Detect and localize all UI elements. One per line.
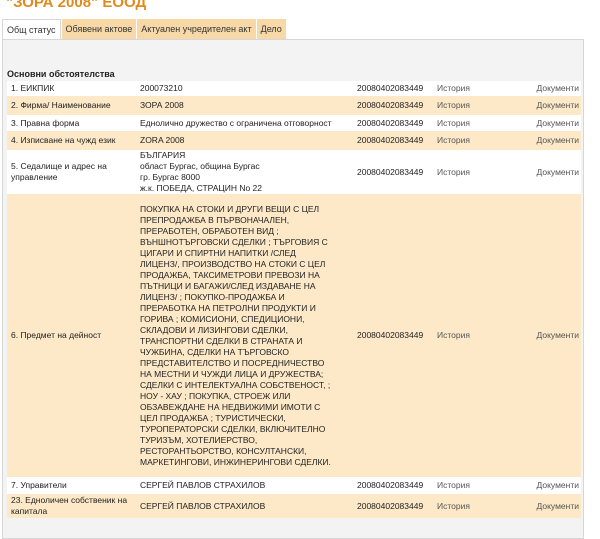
documents-link[interactable]: Документи [537,118,579,128]
general-status-panel: Основни обстоятелства 1. ЕИКПИК 200073210… [2,39,584,539]
section-title: Основни обстоятелства [7,69,115,79]
history-link[interactable]: История [437,167,470,177]
circumstance-label: 3. Правна форма [7,115,138,131]
value-line: ПЪТНИЦИ И БАГАЖИ/СЛЕД ИЗДАВАНЕ НА [140,280,316,291]
value-line: СЕРГЕЙ ПАВЛОВ СТРАХИЛОВ [140,500,266,511]
tab-current-founding-act[interactable]: Актуален учредителен акт [137,19,256,40]
value-line: ЦЕЛ ПРОДАЖБА ; ТУРИСТИЧЕСКИ, [140,412,286,423]
history-link[interactable]: История [437,100,470,110]
value-line: ОБЗАВЕЖДАНЕ НА НЕДВИЖИМИ ИМОТИ С [140,401,321,412]
tab-case[interactable]: Дело [256,19,286,40]
value-line: област Бургас, община Бургас [140,161,260,171]
circumstance-value: ZORA 2008 [138,131,355,150]
circumstances-table: 1. ЕИКПИК 200073210 20080402083449 История Д… [7,81,581,518]
documents-link[interactable]: Документи [537,83,579,93]
circumstance-value: Еднолично дружество с ограничена отговор… [138,115,355,131]
value-line: БЪЛГАРИЯ [140,150,186,160]
history-link[interactable]: История [437,480,470,490]
history-link[interactable]: История [437,118,470,128]
value-line: ТРАНСПОРТНИ СДЕЛКИ В СТРАНАТА И [140,335,303,346]
history-link[interactable]: История [437,83,470,93]
value-line: ZORA 2008 [140,135,185,145]
registration-number: 20080402083449 [355,194,435,477]
registration-number: 20080402083449 [355,115,435,131]
table-row: 5. Седалище и адрес на управление БЪЛГАРИ… [7,150,581,194]
page-title: "ЗОРА 2008" ЕООД [6,0,147,11]
circumstance-value: СЕРГЕЙ ПАВЛОВ СТРАХИЛОВ [138,494,355,518]
value-line: 200073210 [140,83,183,93]
value-line: РЕСТОРАНТЬОРСТВО, КОНСУЛТАНСКИ, [140,445,307,456]
documents-link[interactable]: Документи [537,501,579,511]
value-line: СДЕЛКИ С ИНТЕЛЕКТУАЛНА СОБСТВЕНОСТ, ; [140,379,331,390]
history-link[interactable]: История [437,330,470,340]
value-line: ПРОДАЖБА, ТАКСИМЕТРОВИ ПРЕВОЗИ НА [140,269,320,280]
circumstance-label: 6. Предмет на дейност [7,194,138,477]
value-line: ЧУЖБИНА, СДЕЛКИ НА ТЪРГОВСКО [140,346,289,357]
circumstance-label: 7. Управители [7,477,138,494]
value-line: ПРЕПРОДАЖБА В ПЪРВОНАЧАЛЕН, [140,214,290,225]
documents-link[interactable]: Документи [537,330,579,340]
circumstance-value: ЗОРА 2008 [138,96,355,115]
value-line: ТУРОПЕРАТОРСКИ СДЕЛКИ, ВКЛЮЧИТЕЛНО [140,423,326,434]
value-line: ЛИЦЕНЗ/, ПРОИЗВОДСТВО НА СТОКИ С ЦЕЛ [140,258,326,269]
registration-number: 20080402083449 [355,494,435,518]
registration-number: 20080402083449 [355,131,435,150]
value-line: ПРЕДСТАВИТЕЛСТВО И ПОСРЕДНИЧЕСТВО [140,357,325,368]
value-line: МАРКЕТИНГОВИ, ИНЖИНЕРИНГОВИ СДЕЛКИ. [140,456,331,467]
tab-announced-acts[interactable]: Обявени актове [61,19,137,40]
circumstance-label: 5. Седалище и адрес на управление [7,150,138,194]
value-line: НА МЕСТНИ И ЧУЖДИ ЛИЦА И ДРУЖЕСТВА; [140,368,324,379]
registration-number: 20080402083449 [355,150,435,194]
value-line: СКЛАДОВИ И ЛИЗИНГОВИ СДЕЛКИ, [140,324,288,335]
documents-link[interactable]: Документи [537,167,579,177]
history-link[interactable]: История [437,135,470,145]
circumstance-value: СЕРГЕЙ ПАВЛОВ СТРАХИЛОВ [138,477,355,494]
table-row: 2. Фирма/ Наименование ЗОРА 2008 200804020… [7,96,581,115]
value-line: НОУ - ХАУ ; ПОКУПКА, СТРОЕЖ ИЛИ [140,390,291,401]
history-link[interactable]: История [437,501,470,511]
value-line: ВЪНШНОТЪРГОВСКИ СДЕЛКИ ; ТЪРГОВИЯ С [140,236,328,247]
table-row: 23. Едноличен собственик на капитала СЕРГ… [7,494,581,518]
value-line: гр. Бургас 8000 [140,172,200,182]
table-row: 6. Предмет на дейност ПОКУПКА НА СТОКИ И … [7,194,581,477]
value-line: СЕРГЕЙ ПАВЛОВ СТРАХИЛОВ [140,480,266,490]
documents-link[interactable]: Документи [537,135,579,145]
value-line: ПРЕРАБОТЕН, ОБРАБОТЕН ВИД ; [140,225,279,236]
table-row: 1. ЕИКПИК 200073210 20080402083449 История Д… [7,81,581,96]
registration-number: 20080402083449 [355,96,435,115]
documents-link[interactable]: Документи [537,480,579,490]
circumstance-value: ПОКУПКА НА СТОКИ И ДРУГИ ВЕЩИ С ЦЕЛ ПРЕПР… [138,194,355,477]
circumstance-value: 200073210 [138,81,355,96]
value-line: ТУРИЗЪМ, ХОТЕЛИЕРСТВО, [140,434,258,445]
circumstance-label: 2. Фирма/ Наименование [7,96,138,115]
circumstance-value: БЪЛГАРИЯ област Бургас, община Бургас гр. … [138,150,355,194]
tab-bar: Общ статус Обявени актове Актуален учред… [2,19,287,40]
value-line: ж.к. ПОБЕДА, СТРАЦИН No 22 [140,183,263,193]
circumstance-label: 23. Едноличен собственик на капитала [7,494,138,518]
tab-general-status[interactable]: Общ статус [2,19,61,40]
circumstance-label: 4. Изписване на чужд език [7,131,138,150]
documents-link[interactable]: Документи [537,100,579,110]
table-row: 7. Управители СЕРГЕЙ ПАВЛОВ СТРАХИЛОВ 2008… [7,477,581,494]
registration-number: 20080402083449 [355,477,435,494]
value-line: Еднолично дружество с ограничена отговор… [140,117,332,128]
registration-number: 20080402083449 [355,81,435,96]
value-line: ЗОРА 2008 [140,100,184,110]
table-row: 4. Изписване на чужд език ZORA 2008 200804… [7,131,581,150]
value-line: ЦИГАРИ И СПИРТНИ НАПИТКИ /СЛЕД [140,247,296,258]
circumstance-label: 1. ЕИКПИК [7,81,138,96]
table-row: 3. Правна форма Еднолично дружество с огр… [7,115,581,131]
value-line: ГОРИВА ; КОМИСИОНИ, СПЕДИЦИОНИ, [140,313,305,324]
value-line: ПОКУПКА НА СТОКИ И ДРУГИ ВЕЩИ С ЦЕЛ [140,203,320,214]
value-line: ЛИЦЕНЗ/ ; ПОКУПКО-ПРОДАЖБА И [140,291,285,302]
value-line: ПРЕРАБОТКА НА ПЕТРОЛНИ ПРОДУКТИ И [140,302,316,313]
